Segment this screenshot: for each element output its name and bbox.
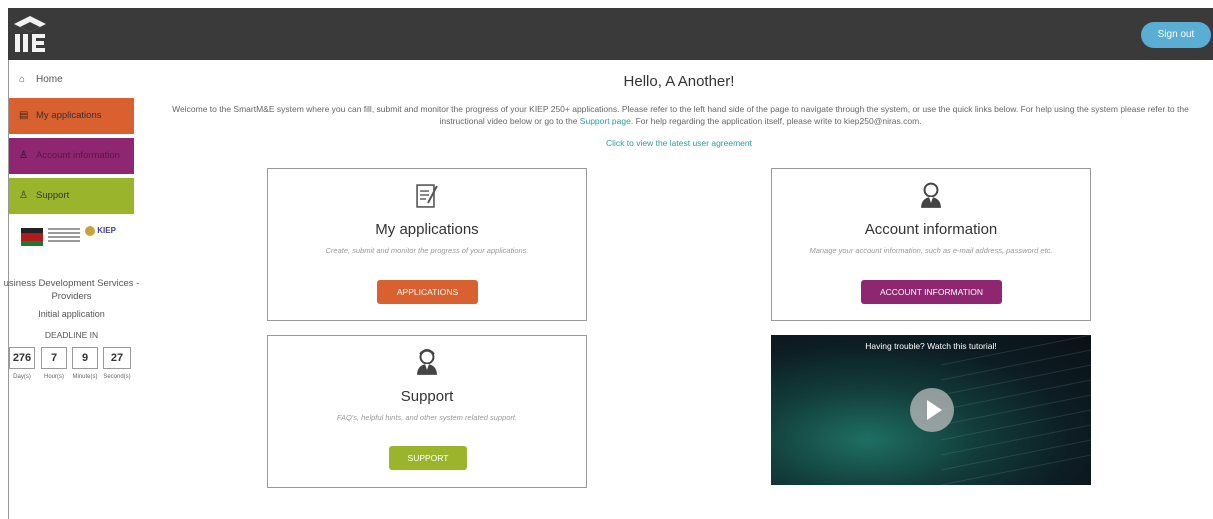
sidebar: ⌂ Home ▤ My applications ♙ Account informat… (4, 60, 139, 519)
account-information-button[interactable]: ACCOUNT INFORMATION (861, 280, 1002, 304)
app-logo-icon[interactable] (12, 14, 48, 54)
support-page-link[interactable]: Support page (580, 116, 631, 126)
countdown-days-unit: Day(s) (13, 374, 31, 380)
ministry-logo (48, 228, 80, 246)
sign-out-button[interactable]: Sign out (1141, 22, 1211, 48)
top-bar: Sign out (8, 8, 1213, 60)
support-icon: ♙ (19, 190, 28, 201)
countdown-seconds: 27 (103, 347, 131, 369)
my-applications-card: My applications Create, submit and monit… (267, 168, 587, 321)
countdown-seconds-unit: Second(s) (103, 374, 131, 380)
kenya-flag-logo (21, 228, 43, 246)
card-title: Account information (864, 221, 998, 238)
support-button[interactable]: SUPPORT (389, 446, 467, 470)
program-name: usiness Development Services - Providers (3, 278, 140, 302)
account-information-card: Account information Manage your account … (771, 168, 1091, 321)
tutorial-video[interactable]: Having trouble? Watch this tutorial! (771, 335, 1091, 485)
document-icon: ▤ (19, 110, 29, 121)
card-description: Manage your account information, such as… (809, 246, 1053, 255)
sidebar-item-label: My applications (36, 110, 102, 121)
card-description: FAQ's, helpful hints, and other system r… (336, 413, 518, 422)
page-title: Hello, A Another! (623, 73, 735, 90)
sidebar-item-label: Support (36, 190, 70, 201)
kiep-logo: KIEP (85, 226, 125, 248)
card-title: Support (400, 388, 454, 405)
countdown-minutes-unit: Minute(s) (72, 374, 98, 380)
user-icon (921, 182, 941, 208)
deadline-label: DEADLINE IN (44, 330, 99, 340)
sidebar-item-support[interactable]: ♙ Support (9, 178, 134, 214)
partner-logos: KIEP (21, 222, 131, 252)
support-user-icon (417, 348, 437, 375)
application-type: Initial application (38, 309, 105, 319)
video-caption: Having trouble? Watch this tutorial! (865, 341, 997, 351)
countdown-days: 276 (9, 347, 35, 369)
deadline-countdown: 276 7 9 27 Day(s) Hour(s) Minute(s) Seco… (9, 347, 134, 387)
card-title: My applications (375, 221, 479, 238)
countdown-minutes: 9 (72, 347, 98, 369)
play-icon (927, 400, 942, 420)
sidebar-item-label: Account information (36, 150, 120, 161)
sidebar-item-my-applications[interactable]: ▤ My applications (9, 98, 134, 134)
countdown-hours-unit: Hour(s) (43, 374, 64, 380)
countdown-hours: 7 (41, 347, 67, 369)
applications-button[interactable]: APPLICATIONS (377, 280, 478, 304)
card-description: Create, submit and monitor the progress … (325, 246, 529, 255)
document-edit-icon (416, 184, 438, 208)
user-agreement-link[interactable]: Click to view the latest user agreement (0, 138, 1213, 148)
play-button[interactable] (910, 388, 954, 432)
support-card: Support FAQ's, helpful hints, and other … (267, 335, 587, 488)
welcome-text: Welcome to the SmartM&E system where you… (172, 104, 1189, 126)
